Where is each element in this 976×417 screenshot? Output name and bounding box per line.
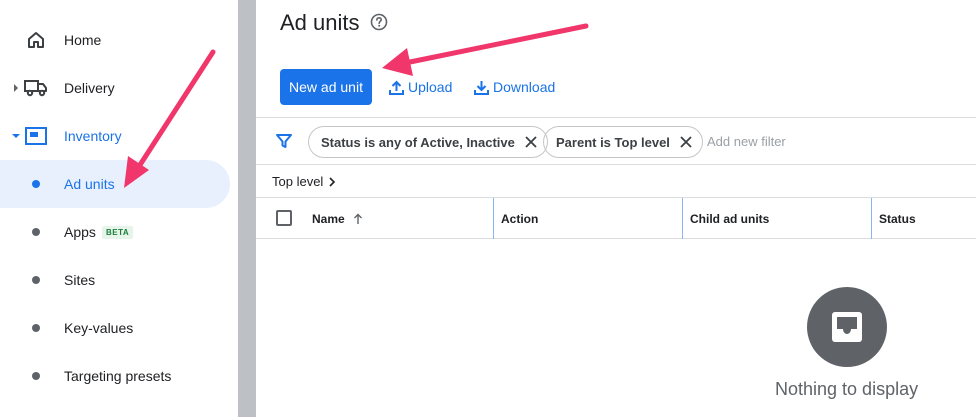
new-ad-unit-button[interactable]: New ad unit xyxy=(280,69,372,105)
filter-chip-label: Parent is Top level xyxy=(556,134,670,150)
download-button[interactable]: Download xyxy=(473,69,555,105)
filter-bar: Status is any of Active, Inactive Parent… xyxy=(256,117,976,165)
empty-state-message: Nothing to display xyxy=(775,379,919,399)
close-icon[interactable] xyxy=(523,134,539,150)
column-header-status[interactable]: Status xyxy=(871,198,916,239)
filter-chip-parent[interactable]: Parent is Top level xyxy=(543,126,703,158)
caret-down-icon[interactable] xyxy=(12,132,20,140)
upload-icon xyxy=(388,79,408,96)
sidebar-item-apps[interactable]: Apps BETA xyxy=(0,208,230,256)
column-header-name[interactable]: Name xyxy=(312,198,363,239)
bullet-icon xyxy=(32,228,40,236)
breadcrumb[interactable]: Top level xyxy=(272,174,336,189)
sidebar-item-label: Ad units xyxy=(64,176,115,192)
column-label: Status xyxy=(879,211,916,226)
column-label: Child ad units xyxy=(690,211,770,226)
download-label: Download xyxy=(493,79,556,95)
download-icon xyxy=(473,79,493,96)
sidebar-item-ad-units[interactable]: Ad units xyxy=(0,160,230,208)
sidebar-item-label: Targeting presets xyxy=(64,368,172,384)
home-icon xyxy=(24,28,48,52)
main-content: Ad units New ad unit Upload Download Sta… xyxy=(256,0,976,417)
filter-icon[interactable] xyxy=(275,132,293,155)
caret-right-icon[interactable] xyxy=(12,84,20,92)
sidebar-item-label: Inventory xyxy=(64,128,122,144)
column-header-child-ad-units[interactable]: Child ad units xyxy=(682,198,769,239)
sidebar-item-label: Sites xyxy=(64,272,96,288)
empty-inbox-icon xyxy=(807,287,887,367)
sidebar-item-label: Delivery xyxy=(64,80,115,96)
sidebar-item-inventory[interactable]: Inventory xyxy=(0,112,230,160)
column-header-action[interactable]: Action xyxy=(493,198,538,239)
sidebar-item-key-values[interactable]: Key-values xyxy=(0,304,230,352)
help-icon[interactable] xyxy=(370,13,388,31)
sidebar-scrollbar[interactable] xyxy=(238,0,256,417)
bullet-icon xyxy=(32,324,40,332)
table-header: Name Action Child ad units Status xyxy=(256,197,976,239)
upload-label: Upload xyxy=(408,79,453,95)
bullet-icon xyxy=(32,276,40,284)
sort-arrow-up-icon[interactable] xyxy=(353,213,363,225)
sidebar-item-label: Home xyxy=(64,32,102,48)
truck-icon xyxy=(24,76,48,100)
sidebar-item-targeting-presets[interactable]: Targeting presets xyxy=(0,352,230,400)
filter-chip-label: Status is any of Active, Inactive xyxy=(321,134,515,150)
chevron-right-icon xyxy=(329,176,336,187)
page-title: Ad units xyxy=(280,10,360,35)
select-all-checkbox[interactable] xyxy=(276,210,292,226)
sidebar-item-label: Apps xyxy=(64,224,96,240)
bullet-icon xyxy=(32,372,40,380)
sidebar: Home Delivery Inventory Ad units Apps BE… xyxy=(0,0,238,417)
sidebar-item-delivery[interactable]: Delivery xyxy=(0,64,230,112)
sidebar-item-home[interactable]: Home xyxy=(0,16,230,64)
sidebar-item-label: Key-values xyxy=(64,320,134,336)
breadcrumb-item[interactable]: Top level xyxy=(272,174,323,189)
upload-button[interactable]: Upload xyxy=(388,69,452,105)
column-label: Action xyxy=(501,211,539,226)
close-icon[interactable] xyxy=(678,134,694,150)
filter-chip-status[interactable]: Status is any of Active, Inactive xyxy=(308,126,548,158)
add-filter-input[interactable]: Add new filter xyxy=(707,134,786,149)
inventory-icon xyxy=(24,124,48,148)
sidebar-item-sites[interactable]: Sites xyxy=(0,256,230,304)
bullet-icon xyxy=(32,180,40,188)
beta-badge: BETA xyxy=(102,225,134,239)
column-label: Name xyxy=(312,211,345,226)
